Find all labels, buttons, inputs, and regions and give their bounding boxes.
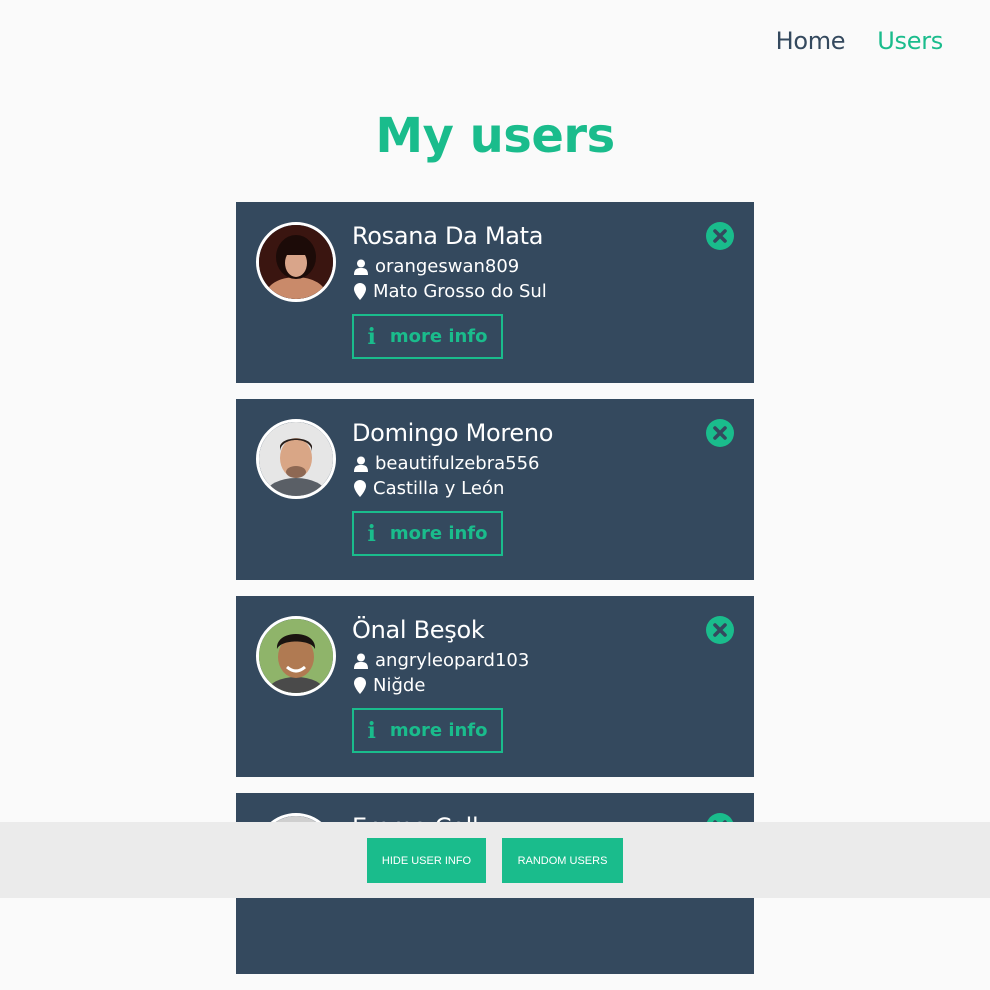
map-marker-icon	[354, 677, 366, 694]
user-name: Domingo Moreno	[352, 419, 554, 447]
close-circle-icon[interactable]	[706, 616, 734, 644]
user-card: Domingo Moreno beautifulzebra556 Castill…	[236, 399, 754, 580]
avatar	[256, 616, 336, 696]
username-line: angryleopard103	[354, 650, 529, 671]
more-info-button[interactable]: i more info	[352, 708, 503, 753]
location: Castilla y León	[373, 478, 505, 499]
user-icon	[354, 259, 368, 275]
info-icon: i	[367, 323, 376, 350]
username-line: orangeswan809	[354, 256, 519, 277]
random-users-button[interactable]: Random users	[502, 838, 623, 883]
user-name: Önal Beşok	[352, 616, 485, 644]
top-nav: Home Users	[776, 27, 944, 55]
more-info-button[interactable]: i more info	[352, 511, 503, 556]
location: Niğde	[373, 675, 426, 696]
username: beautifulzebra556	[375, 453, 540, 474]
location-line: Castilla y León	[354, 478, 504, 499]
info-icon: i	[367, 717, 376, 744]
hide-user-info-button[interactable]: Hide user info	[367, 838, 486, 883]
close-circle-icon[interactable]	[706, 419, 734, 447]
more-info-label: more info	[389, 326, 488, 347]
more-info-button[interactable]: i more info	[352, 314, 503, 359]
username: angryleopard103	[375, 650, 530, 671]
location: Mato Grosso do Sul	[373, 281, 547, 302]
more-info-label: more info	[389, 720, 488, 741]
info-icon: i	[367, 520, 376, 547]
username-line: beautifulzebra556	[354, 453, 539, 474]
more-info-label: more info	[389, 523, 488, 544]
user-name: Rosana Da Mata	[352, 222, 544, 250]
avatar	[256, 419, 336, 499]
avatar	[256, 222, 336, 302]
nav-users-link[interactable]: Users	[877, 27, 943, 55]
footer-bar: Hide user info Random users	[0, 822, 990, 898]
page-title: My users	[375, 108, 615, 164]
map-marker-icon	[354, 480, 366, 497]
user-card: Rosana Da Mata orangeswan809 Mato Grosso…	[236, 202, 754, 383]
username: orangeswan809	[375, 256, 520, 277]
map-marker-icon	[354, 283, 366, 300]
close-circle-icon[interactable]	[706, 222, 734, 250]
user-icon	[354, 653, 368, 669]
user-card: Önal Beşok angryleopard103 Niğde i more …	[236, 596, 754, 777]
nav-home-link[interactable]: Home	[776, 27, 846, 55]
location-line: Niğde	[354, 675, 425, 696]
location-line: Mato Grosso do Sul	[354, 281, 547, 302]
user-icon	[354, 456, 368, 472]
